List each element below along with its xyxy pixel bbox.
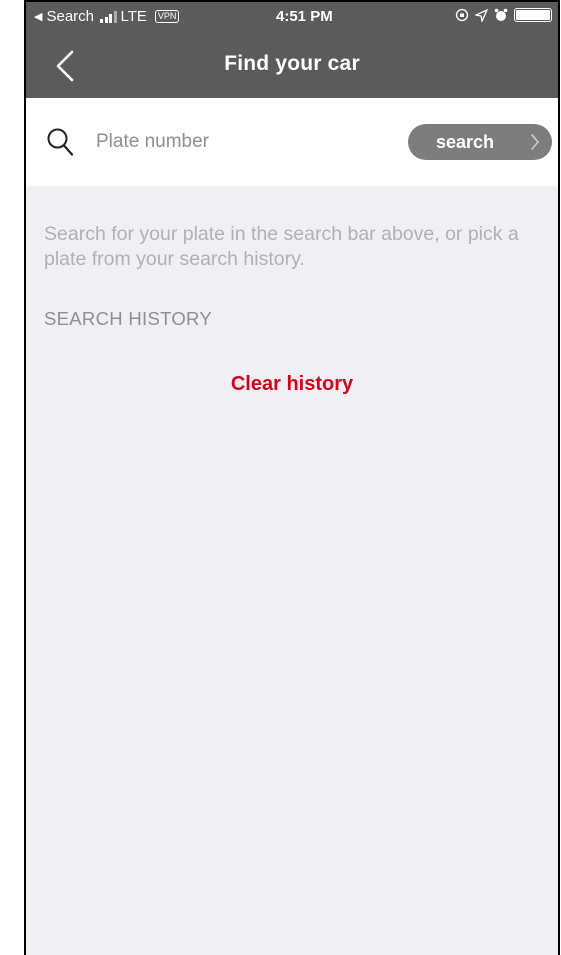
location-icon (475, 8, 488, 22)
status-right (455, 8, 552, 22)
top-bar: ◀ Search LTE VPN 4:51 PM Find your car (26, 2, 558, 98)
chevron-right-icon (531, 134, 540, 150)
search-history-header: SEARCH HISTORY (44, 308, 212, 329)
clear-history-button[interactable]: Clear history (26, 373, 558, 396)
carrier-label: LTE (120, 8, 147, 25)
orientation-lock-icon (455, 8, 469, 22)
plate-number-input[interactable] (96, 128, 396, 156)
back-to-app-icon: ◀ (34, 11, 43, 23)
search-icon (47, 128, 74, 156)
page-title: Find your car (224, 52, 360, 75)
status-bar: ◀ Search LTE VPN 4:51 PM (26, 2, 558, 32)
signal-icon (100, 10, 117, 23)
back-app-label: Search (46, 8, 94, 25)
search-button-label: search (436, 131, 495, 152)
nav-bar: Find your car (26, 32, 558, 98)
search-hint-text: Search for your plate in the search bar … (44, 223, 519, 270)
search-button[interactable]: search (408, 124, 552, 160)
search-bar: search (26, 98, 558, 186)
vpn-badge: VPN (154, 10, 180, 23)
phone-screen: ◀ Search LTE VPN 4:51 PM Find your car P… (24, 0, 560, 955)
alarm-icon (494, 8, 508, 21)
status-time: 4:51 PM (276, 8, 333, 25)
battery-icon (514, 8, 552, 22)
status-left[interactable]: ◀ Search LTE VPN (34, 8, 180, 25)
